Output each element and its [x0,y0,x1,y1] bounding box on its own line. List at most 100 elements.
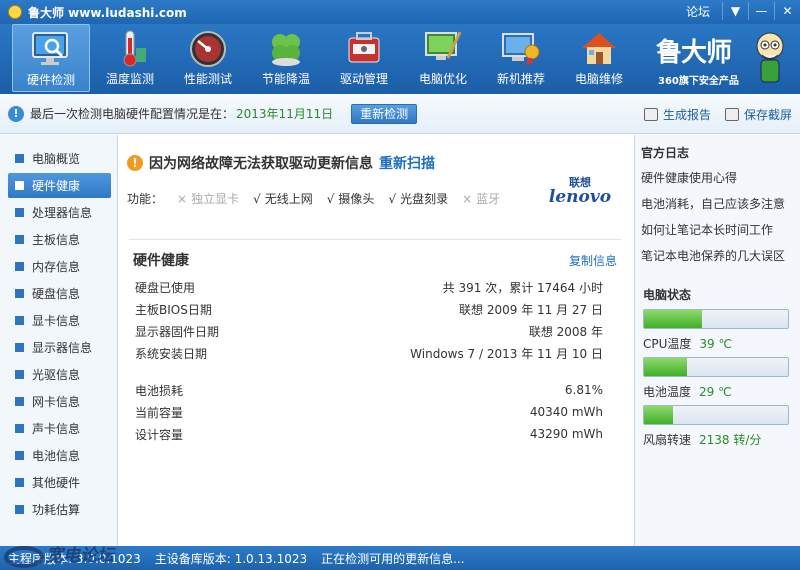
last-check-text: 最后一次检测电脑硬件配置情况是在： [30,107,235,121]
sidebar-item-memory[interactable]: 内存信息 [8,254,111,279]
sidebar-item-overview[interactable]: 电脑概览 [8,146,111,171]
info-row-monitor-firmware: 显示器固件日期 联想 2008 年 [135,324,603,339]
tool-label: 温度监测 [105,72,154,86]
sidebar-item-hardware-health[interactable]: 硬件健康 [8,173,111,198]
cpu-temp-stat: CPU温度 39 ℃ [643,336,732,352]
log-link[interactable]: 电池消耗，自己应该多注意 [641,195,785,212]
bullet-icon [15,343,24,352]
rescan-link[interactable]: 重新扫描 [379,153,435,173]
sidebar-item-other-hardware[interactable]: 其他硬件 [8,470,111,495]
tool-energy-saving[interactable]: 节能降温 [247,24,325,92]
bullet-icon [15,262,24,271]
fan-speed-fill [644,406,673,424]
fan-speed-bar [643,405,789,425]
feature-dedicated-gpu: × 独立显卡 [177,192,240,206]
info-icon: ! [8,105,24,122]
log-link[interactable]: 硬件健康使用心得 [641,169,737,186]
award-monitor-icon [500,28,542,68]
tool-driver-management[interactable]: 驱动管理 [325,24,403,92]
sidebar-item-gpu[interactable]: 显卡信息 [8,308,111,333]
tool-label: 性能测试 [183,72,232,86]
tool-label: 硬件检测 [26,73,75,87]
sidebar-item-label: 声卡信息 [32,422,81,436]
tool-label: 节能降温 [261,72,310,86]
title-bar: 鲁大师 www.ludashi.com 论坛 ▼ — ✕ [0,0,800,24]
sidebar-item-label: 显示器信息 [32,341,93,355]
sidebar-item-label: 功耗估算 [32,503,81,517]
sidebar-item-disk[interactable]: 硬盘信息 [8,281,111,306]
bullet-icon [15,208,24,217]
tool-pc-repair[interactable]: 电脑维修 [560,24,638,92]
main-version: 主程序版本: 3.0.0.1023 [8,551,141,566]
info-row-disk-usage: 硬盘已使用共 391 次，累计 17464 小时 [135,280,603,295]
bullet-icon [15,397,24,406]
sidebar-item-optical[interactable]: 光驱信息 [8,362,111,387]
sidebar-item-label: 光驱信息 [32,368,81,382]
tool-hardware-check[interactable]: 硬件检测 [12,24,90,92]
sidebar-item-motherboard[interactable]: 主板信息 [8,227,111,252]
tool-performance[interactable]: 性能测试 [169,24,247,92]
brand-subtitle: 360旗下安全产品 [658,76,739,87]
feature-list: 功能： × 独立显卡 √ 无线上网 √ 摄像头 √ 光盘刻录 × 蓝牙 [127,190,500,207]
menu-dropdown-icon[interactable]: ▼ [722,2,748,20]
feature-wifi: √ 无线上网 [253,192,313,206]
sidebar-item-label: 显卡信息 [32,314,81,328]
divider [129,239,621,240]
bullet-icon [15,154,24,163]
cpu-temp-fill [644,310,702,328]
sidebar-item-battery[interactable]: 电池信息 [8,443,111,468]
bullet-icon [15,370,24,379]
generate-report-label: 生成报告 [662,107,711,122]
sidebar-item-label: 其他硬件 [32,476,81,490]
copy-info-link[interactable]: 复制信息 [569,252,617,269]
info-bar: ! 最后一次检测电脑硬件配置情况是在： 2013年11月11日 重新检测 生成报… [0,94,800,134]
clover-icon [265,28,307,68]
sidebar-item-cpu[interactable]: 处理器信息 [8,200,111,225]
sidebar-item-label: 电池信息 [32,449,81,463]
battery-temp-bar [643,357,789,377]
log-link[interactable]: 笔记本电池保养的几大误区 [641,247,785,264]
log-link[interactable]: 如何让笔记本长时间工作 [641,221,773,238]
sidebar-item-network[interactable]: 网卡信息 [8,389,111,414]
bullet-icon [15,181,24,190]
last-check-date: 2013年11月11日 [236,107,334,121]
report-icon [643,107,658,121]
camera-icon [724,107,739,121]
battery-temp-stat: 电池温度 29 ℃ [643,384,732,400]
broom-monitor-icon [422,28,464,68]
tool-new-pc-recommend[interactable]: 新机推荐 [482,24,560,92]
bullet-icon [15,505,24,514]
info-row-bios-date: 主板BIOS日期 联想 2009 年 11 月 27 日 [135,302,603,317]
update-status: 正在检测可用的更新信息... [321,551,465,566]
battery-temp-fill [644,358,688,376]
fan-speed-stat: 风扇转速 2138 转/分 [643,433,762,447]
mascot-icon [756,32,784,83]
sidebar-item-power-estimate[interactable]: 功耗估算 [8,497,111,522]
tool-label: 电脑优化 [418,72,467,86]
sidebar-item-sound[interactable]: 声卡信息 [8,416,111,441]
save-screenshot-button[interactable]: 保存截屏 [724,106,792,123]
forum-link[interactable]: 论坛 [686,3,710,20]
speedometer-icon [187,28,229,68]
generate-report-button[interactable]: 生成报告 [643,106,711,123]
sidebar-item-label: 网卡信息 [32,395,81,409]
main-panel: ! 因为网络故障无法获取驱动更新信息 重新扫描 功能： × 独立显卡 √ 无线上网 … [119,135,633,546]
info-row-design-capacity: 设计容量 43290 mWh [135,427,603,442]
manufacturer-name-en: lenovo [548,187,612,207]
tool-temperature[interactable]: 温度监测 [91,24,169,92]
section-title: 硬件健康 [133,253,189,269]
sidebar: 电脑概览 硬件健康 处理器信息 主板信息 内存信息 硬盘信息 显卡信息 显示器信… [0,135,118,546]
sidebar-item-label: 处理器信息 [32,206,93,220]
sidebar-item-display[interactable]: 显示器信息 [8,335,111,360]
tool-pc-optimize[interactable]: 电脑优化 [404,24,482,92]
app-logo-icon [8,5,22,19]
right-panel: 官方日志 硬件健康使用心得 电池消耗，自己应该多注意 如何让笔记本长时间工作 笔… [634,135,800,546]
pc-status-title: 电脑状态 [643,288,692,302]
recheck-button[interactable]: 重新检测 [351,103,418,124]
feature-bluetooth: × 蓝牙 [462,192,501,206]
main-toolbar: 硬件检测 温度监测 性能测试 节能降温 驱动管理 电脑优化 新机推荐 电脑维修 … [0,24,800,94]
feature-disc-burn: √ 光盘刻录 [388,192,449,206]
minimize-icon[interactable]: — [748,2,774,20]
tool-label: 电脑维修 [574,72,623,86]
close-icon[interactable]: ✕ [774,2,800,20]
